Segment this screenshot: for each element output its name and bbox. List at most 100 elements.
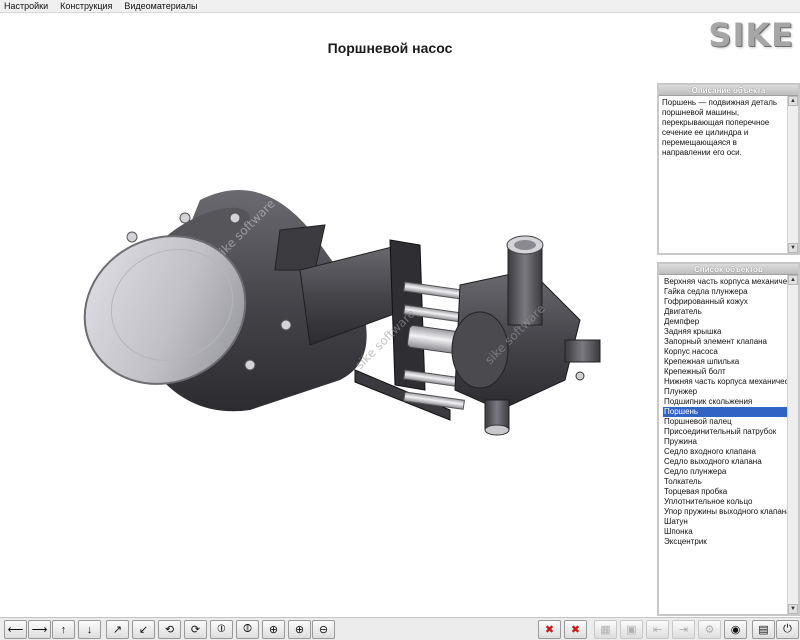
- show-all-icon: ▦: [600, 624, 611, 636]
- list-item[interactable]: Плунжер: [663, 387, 787, 397]
- list-item[interactable]: Крепежный болт: [663, 367, 787, 377]
- menu-bar: Настройки Конструкция Видеоматериалы: [0, 0, 800, 13]
- rotate-horizontal-button[interactable]: ⟲: [158, 620, 181, 639]
- move-down-button[interactable]: ↓: [78, 620, 101, 639]
- list-item[interactable]: Задняя крышка: [663, 327, 787, 337]
- move-right-button[interactable]: ⟶: [28, 620, 51, 639]
- rotate-axis-button[interactable]: ⊕: [262, 620, 285, 639]
- view-toggle-button[interactable]: ◉: [724, 620, 747, 639]
- move-diagonal-down-button[interactable]: ↙: [132, 620, 155, 639]
- list-item[interactable]: Шатун: [663, 517, 787, 527]
- list-item[interactable]: Присоединительный патрубок: [663, 427, 787, 437]
- object-list: Верхняя часть корпуса механическогоГайка…: [659, 275, 787, 547]
- exit-button[interactable]: ⏻: [776, 620, 799, 639]
- sike-logo: SIKE: [676, 16, 794, 54]
- arrow-up-icon: ↑: [60, 623, 67, 636]
- bolt: [244, 359, 256, 371]
- rotate-horizontal-icon: ⟲: [164, 624, 175, 636]
- rotate-vertical-button[interactable]: ⦶: [210, 620, 233, 639]
- list-item[interactable]: Гайка седла плунжера: [663, 287, 787, 297]
- move-diagonal-up-button[interactable]: ↗: [106, 620, 129, 639]
- document-button[interactable]: ▤: [752, 620, 775, 639]
- list-item[interactable]: Корпус насоса: [663, 347, 787, 357]
- description-text: Поршень — подвижная деталь поршневой маш…: [662, 98, 778, 157]
- list-item[interactable]: Подшипник скольжения: [663, 397, 787, 407]
- description-scrollbar[interactable]: ▲ ▼: [787, 96, 798, 253]
- zoom-in-button[interactable]: ⊕: [288, 620, 311, 639]
- move-left-button[interactable]: ⟵: [4, 620, 27, 639]
- hide-others-icon: ✖: [570, 624, 581, 636]
- arrow-diagonal-up-icon: ↗: [112, 624, 123, 636]
- collapse-icon: ⇥: [678, 624, 689, 636]
- list-item[interactable]: Уплотнительное кольцо: [663, 497, 787, 507]
- scroll-up-button[interactable]: ▲: [788, 275, 798, 285]
- show-all-button: ▦: [594, 620, 617, 639]
- list-item[interactable]: Упор пружины выходного клапана: [663, 507, 787, 517]
- bolt: [229, 212, 241, 224]
- list-item[interactable]: Толкатель: [663, 477, 787, 487]
- app-window: Настройки Конструкция Видеоматериалы SIK…: [0, 0, 800, 640]
- page-title: Поршневой насос: [327, 40, 453, 56]
- rotate-vertical-back-icon: ⦷: [243, 623, 252, 635]
- list-item[interactable]: Верхняя часть корпуса механического: [663, 277, 787, 287]
- object-list-body: Верхняя часть корпуса механическогоГайка…: [659, 275, 787, 614]
- explode-button: ⇤: [646, 620, 669, 639]
- zoom-out-button[interactable]: ⊖: [312, 620, 335, 639]
- explode-icon: ⇤: [652, 624, 663, 636]
- list-item[interactable]: Седло входного клапана: [663, 447, 787, 457]
- zoom-out-icon: ⊖: [318, 624, 329, 636]
- list-item[interactable]: Демпфер: [663, 317, 787, 327]
- move-up-button[interactable]: ↑: [52, 620, 75, 639]
- bolt: [179, 212, 191, 224]
- arrow-diagonal-down-icon: ↙: [138, 624, 149, 636]
- connector-bolt: [575, 371, 585, 381]
- object-list-title: Список объектов: [659, 264, 798, 275]
- collapse-button: ⇥: [672, 620, 695, 639]
- object-list-panel: Список объектов Верхняя часть корпуса ме…: [657, 262, 800, 616]
- menu-settings[interactable]: Настройки: [4, 0, 48, 12]
- list-item[interactable]: Двигатель: [663, 307, 787, 317]
- description-panel: Описание объекта Поршень — подвижная дет…: [657, 83, 800, 255]
- transparency-icon: ▣: [626, 624, 637, 636]
- list-item[interactable]: Шпонка: [663, 527, 787, 537]
- list-item[interactable]: Нижняя часть корпуса механическо: [663, 377, 787, 387]
- list-item[interactable]: Поршневой палец: [663, 417, 787, 427]
- bottom-toolbar: ⟵ ⟶ ↑ ↓ ↗ ↙ ⟲ ⟳ ⦶ ⦷ ⊕ ⊕ ⊖ ✖ ✖ ▦ ▣ ⇤ ⇥ ⚙ ◉ ▤ ⏻: [0, 617, 800, 640]
- hide-selected-button[interactable]: ✖: [538, 620, 561, 639]
- side-connector[interactable]: [564, 339, 601, 363]
- zoom-in-icon: ⊕: [294, 624, 305, 636]
- list-item[interactable]: Поршень: [663, 407, 787, 417]
- object-list-scrollbar[interactable]: ▲ ▼: [787, 275, 798, 614]
- arrow-left-icon: ⟵: [7, 624, 24, 636]
- rotate-horizontal-back-icon: ⟳: [190, 624, 201, 636]
- rotate-vertical-icon: ⦶: [217, 623, 226, 635]
- menu-videos[interactable]: Видеоматериалы: [124, 0, 197, 12]
- gear-icon: ⚙: [704, 624, 715, 636]
- scroll-down-button[interactable]: ▼: [788, 243, 798, 253]
- scroll-down-button[interactable]: ▼: [788, 604, 798, 614]
- power-icon: ⏻: [783, 623, 792, 635]
- list-item[interactable]: Эксцентрик: [663, 537, 787, 547]
- hide-selected-icon: ✖: [544, 624, 555, 636]
- outlet-inner: [514, 240, 536, 250]
- pump-model[interactable]: sike software sike software sike softwar…: [60, 120, 620, 540]
- arrow-right-icon: ⟶: [31, 624, 48, 636]
- settings-tool-button: ⚙: [698, 620, 721, 639]
- list-item[interactable]: Запорный элемент клапана: [663, 337, 787, 347]
- list-item[interactable]: Седло выходного клапана: [663, 457, 787, 467]
- bolt: [126, 231, 138, 243]
- list-item[interactable]: Пружина: [663, 437, 787, 447]
- rotate-axis-icon: ⊕: [268, 624, 279, 636]
- rotate-vertical-back-button[interactable]: ⦷: [236, 620, 259, 639]
- scroll-up-button[interactable]: ▲: [788, 96, 798, 106]
- bolt: [280, 319, 292, 331]
- rotate-horizontal-back-button[interactable]: ⟳: [184, 620, 207, 639]
- list-item[interactable]: Гофрированный кожух: [663, 297, 787, 307]
- list-item[interactable]: Торцевая пробка: [663, 487, 787, 497]
- list-item[interactable]: Крепежная шпилька: [663, 357, 787, 367]
- model-viewport[interactable]: sike software sike software sike softwar…: [60, 120, 620, 540]
- menu-construction[interactable]: Конструкция: [60, 0, 112, 12]
- list-item[interactable]: Седло плунжера: [663, 467, 787, 477]
- description-body: Поршень — подвижная деталь поршневой маш…: [659, 96, 787, 253]
- hide-others-button[interactable]: ✖: [564, 620, 587, 639]
